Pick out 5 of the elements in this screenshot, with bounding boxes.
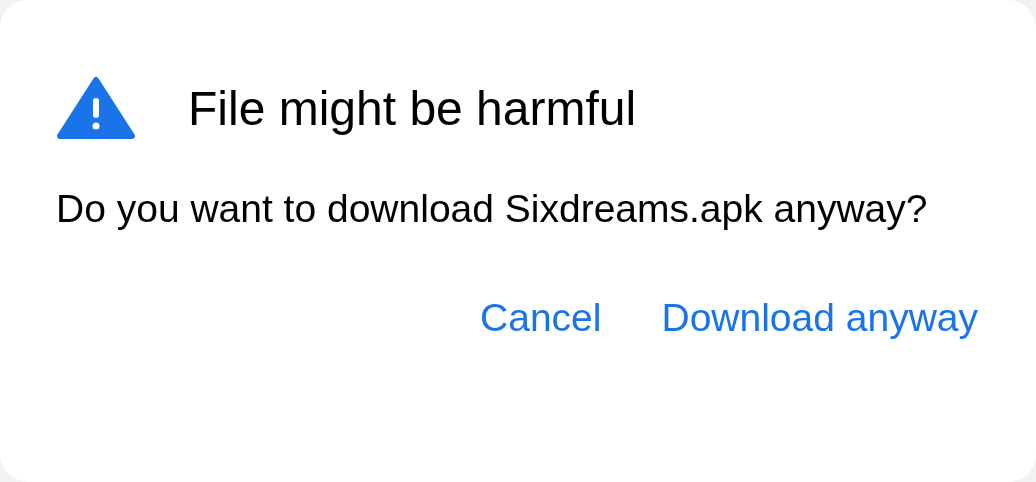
dialog-title: File might be harmful — [188, 80, 637, 136]
warning-icon — [56, 76, 136, 140]
dialog-message: Do you want to download Sixdreams.apk anyway? — [56, 186, 929, 232]
dialog-button[interactable]: Cancel — [480, 296, 602, 340]
dialog-button[interactable]: Download anyway — [661, 296, 978, 340]
